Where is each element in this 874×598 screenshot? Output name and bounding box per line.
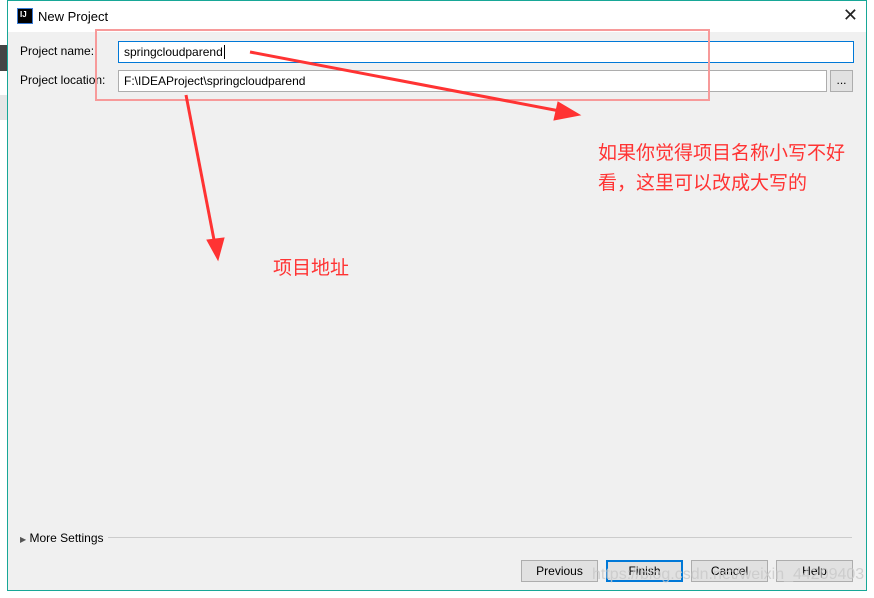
arrow-head-location <box>206 237 225 262</box>
arrow-head-name <box>553 101 582 121</box>
arrow-line-location <box>184 94 217 246</box>
arrow-line-name <box>249 50 566 114</box>
annotation-arrows <box>184 50 582 262</box>
name-annotation: 如果你觉得项目名称小写不好看，这里可以改成大写的 <box>598 143 846 194</box>
location-annotation: 项目地址 <box>273 258 350 279</box>
watermark: https://blog.csdn.net/weixin_44209403 <box>592 566 865 583</box>
